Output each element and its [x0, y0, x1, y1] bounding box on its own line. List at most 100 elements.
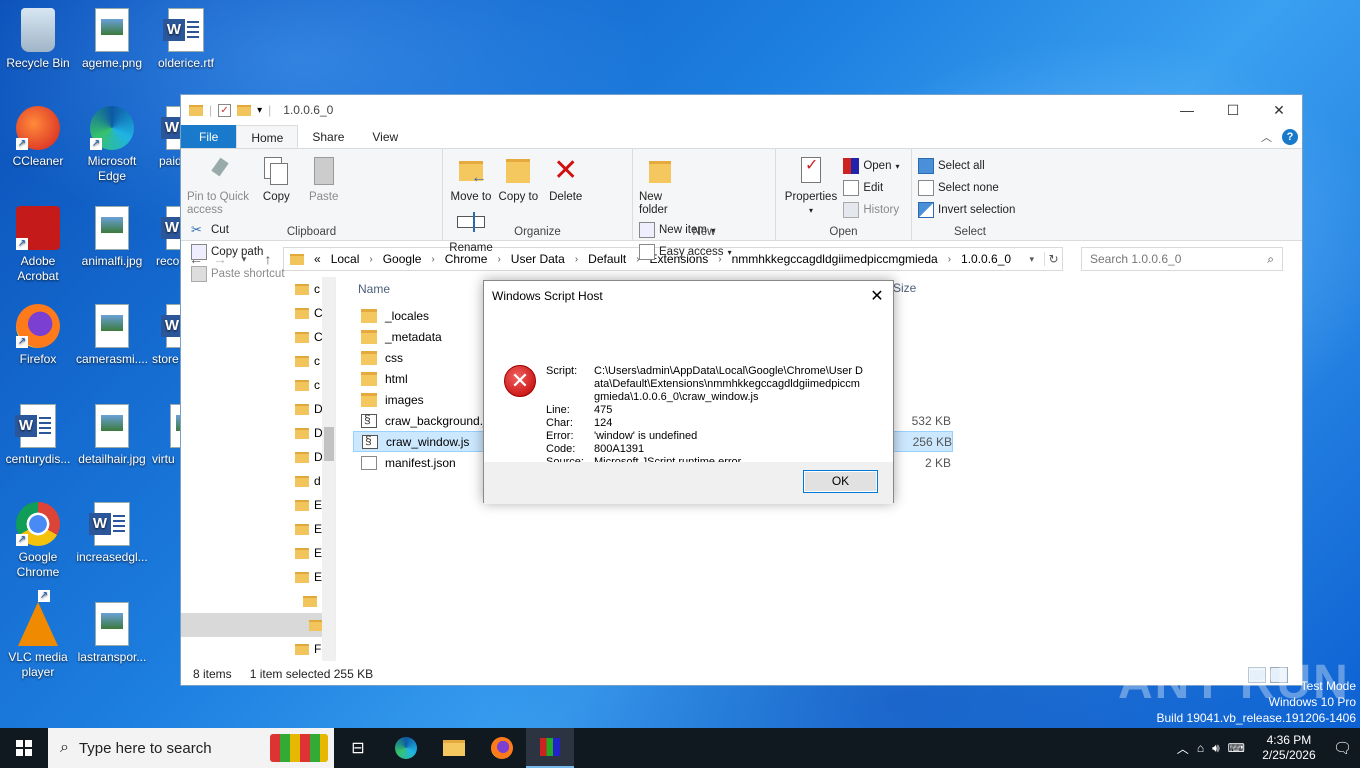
desktop-icon-firefox[interactable]: Firefox: [0, 304, 76, 367]
copy-to-button[interactable]: Copy to: [496, 155, 540, 204]
open-button[interactable]: Open ▾: [843, 155, 900, 177]
nav-item[interactable]: c: [181, 277, 335, 301]
breadcrumb-version[interactable]: 1.0.0.6_0: [961, 252, 1011, 266]
taskbar-firefox-icon[interactable]: [478, 728, 526, 768]
nav-item[interactable]: D: [181, 445, 335, 469]
nav-item[interactable]: D: [181, 421, 335, 445]
desktop-icon-reco[interactable]: reco: [148, 206, 180, 269]
desktop-icon-ccleaner[interactable]: CCleaner: [0, 106, 76, 169]
nav-item[interactable]: D: [181, 397, 335, 421]
desktop-icon-olderice[interactable]: olderice.rtf: [148, 8, 224, 71]
ribbon-group-select: Select all Select none Invert selection …: [912, 149, 1028, 241]
paste-button[interactable]: Paste: [302, 155, 346, 204]
desktop-icon-store[interactable]: store: [148, 304, 180, 367]
desktop-icon-edge[interactable]: Microsoft Edge: [74, 106, 150, 184]
edit-button[interactable]: Edit: [843, 177, 899, 199]
invert-selection-button[interactable]: Invert selection: [918, 199, 1015, 221]
error-message: 'window' is undefined: [594, 430, 698, 442]
tray-overflow-icon[interactable]: ︿: [1177, 740, 1189, 757]
collapse-ribbon-icon[interactable]: ︿: [1261, 129, 1272, 145]
input-language-icon[interactable]: ⌨: [1228, 741, 1245, 755]
notifications-icon[interactable]: 🗨︎: [1333, 739, 1352, 757]
breadcrumb-google[interactable]: Google: [383, 252, 422, 266]
breadcrumb-extension-id[interactable]: nmmhkkegccagdldgiimedpiccmgmieda: [732, 252, 938, 266]
desktop-icon-vlc[interactable]: VLC media player: [0, 590, 76, 680]
desktop-icon-animalfi[interactable]: animalfi.jpg: [74, 206, 150, 269]
maximize-button[interactable]: ☐: [1210, 95, 1256, 125]
desktop-icon-paid[interactable]: paid: [148, 106, 180, 169]
breadcrumb-default[interactable]: Default: [588, 252, 626, 266]
easy-access-button[interactable]: Easy access ▾: [639, 241, 732, 263]
taskbar-file-explorer-icon[interactable]: [430, 728, 478, 768]
nav-item[interactable]: F: [181, 637, 335, 661]
pin-quick-access-button[interactable]: Pin to Quick access: [187, 155, 251, 217]
taskbar-edge-icon[interactable]: [382, 728, 430, 768]
select-all-button[interactable]: Select all: [918, 155, 1015, 177]
desktop-icon-virtu[interactable]: virtu: [148, 404, 180, 467]
clock[interactable]: 4:36 PM 2/25/2026: [1253, 733, 1325, 763]
nav-item[interactable]: c: [181, 349, 335, 373]
nav-scroll-thumb[interactable]: [324, 427, 334, 461]
image-file-icon: [95, 206, 129, 250]
start-button[interactable]: [0, 728, 48, 768]
desktop-icon-acrobat[interactable]: Adobe Acrobat: [0, 206, 76, 284]
new-folder-icon[interactable]: [237, 104, 252, 116]
history-button[interactable]: History: [843, 199, 899, 221]
nav-item[interactable]: E: [181, 541, 335, 565]
search-box[interactable]: Search 1.0.0.6_0 ⌕: [1081, 247, 1283, 271]
copy-button[interactable]: Copy: [254, 155, 298, 204]
volume-icon[interactable]: 🔊︎: [1212, 741, 1220, 756]
dialog-title: Windows Script Host: [492, 289, 603, 303]
nav-item[interactable]: C: [181, 325, 335, 349]
copy-path-button[interactable]: Copy path: [191, 241, 285, 263]
nav-item[interactable]: E: [181, 565, 335, 589]
desktop-icon-lastranspor[interactable]: lastranspor...: [74, 602, 150, 665]
nav-item[interactable]: C: [181, 301, 335, 325]
delete-button[interactable]: ✕ Delete: [544, 155, 588, 204]
address-dropdown-icon[interactable]: ▾: [1029, 254, 1034, 265]
refresh-icon[interactable]: ↻: [1044, 252, 1062, 266]
nav-item-selected[interactable]: [181, 613, 335, 637]
network-icon[interactable]: ⌂: [1197, 741, 1204, 755]
task-view-icon[interactable]: ⊟: [334, 728, 382, 768]
nav-scrollbar[interactable]: [322, 277, 335, 661]
tab-file[interactable]: File: [181, 125, 237, 148]
properties-button[interactable]: ✓ Properties ▾: [782, 155, 840, 217]
desktop-icon-recycle-bin[interactable]: Recycle Bin: [0, 8, 76, 71]
taskbar-search[interactable]: ⌕ Type here to search: [48, 728, 334, 768]
column-name[interactable]: Name: [358, 282, 390, 296]
new-folder-button[interactable]: New folder: [639, 155, 683, 217]
help-icon[interactable]: ?: [1282, 128, 1298, 145]
ok-button[interactable]: OK: [803, 470, 878, 493]
nav-item[interactable]: E: [181, 493, 335, 517]
nav-item[interactable]: d: [181, 469, 335, 493]
tab-home[interactable]: Home: [236, 125, 299, 148]
breadcrumb-local[interactable]: Local: [331, 252, 360, 266]
customize-toolbar-icon[interactable]: ▾: [257, 105, 262, 116]
item-count: 8 items: [193, 667, 232, 681]
nav-item[interactable]: c: [181, 373, 335, 397]
ribbon-group-clipboard: Pin to Quick access Copy Paste ✂ Cut Copy…: [181, 149, 443, 282]
tab-share[interactable]: Share: [298, 125, 358, 148]
nav-item[interactable]: [181, 589, 335, 613]
desktop-icon-chrome[interactable]: Google Chrome: [0, 502, 76, 580]
column-size[interactable]: Size: [893, 281, 916, 295]
desktop-icon-increasedgl[interactable]: increasedgl...: [74, 502, 150, 565]
quick-access-toolbar: | ✓ ▾ |: [189, 103, 271, 117]
nav-item[interactable]: E: [181, 517, 335, 541]
move-to-button[interactable]: ← Move to: [449, 155, 493, 204]
dialog-close-icon[interactable]: ✕: [861, 286, 893, 306]
properties-check-icon[interactable]: ✓: [218, 103, 232, 117]
close-button[interactable]: ✕: [1256, 95, 1302, 125]
desktop-icon-detailhair[interactable]: detailhair.jpg: [74, 404, 150, 467]
taskbar: ⌕ Type here to search ⊟ ︿ ⌂ 🔊︎ ⌨ 4:36 PM…: [0, 728, 1360, 768]
breadcrumb-overflow[interactable]: «: [314, 252, 321, 266]
taskbar-script-host-icon[interactable]: [526, 728, 574, 768]
breadcrumb-user-data[interactable]: User Data: [511, 252, 565, 266]
desktop-icon-ageme[interactable]: ageme.png: [74, 8, 150, 71]
desktop-icon-centurydis[interactable]: centurydis...: [0, 404, 76, 467]
minimize-button[interactable]: —: [1164, 95, 1210, 125]
select-none-button[interactable]: Select none: [918, 177, 1015, 199]
desktop-icon-camerasmi[interactable]: camerasmi....: [74, 304, 150, 367]
tab-view[interactable]: View: [358, 125, 412, 148]
